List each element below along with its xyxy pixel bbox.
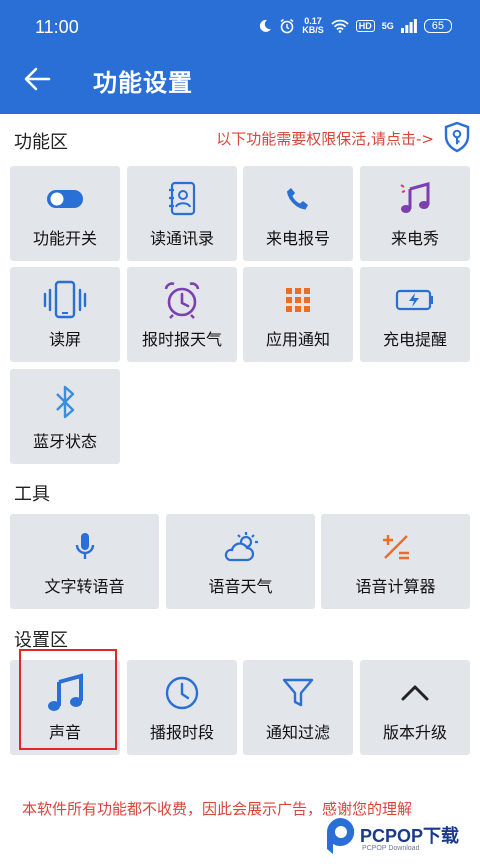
microphone-icon bbox=[75, 533, 94, 559]
tile-label: 蓝牙状态 bbox=[32, 432, 97, 451]
toggle-icon bbox=[47, 190, 83, 208]
tile-label: 功能开关 bbox=[32, 229, 97, 248]
moon-icon bbox=[260, 19, 272, 32]
tile-label: 应用通知 bbox=[265, 330, 330, 349]
page-title: 功能设置 bbox=[93, 69, 193, 97]
tile-label: 播报时段 bbox=[149, 723, 214, 742]
back-arrow-icon[interactable] bbox=[22, 64, 52, 94]
pcpop-logo-icon bbox=[326, 817, 355, 854]
tile-label: 读通讯录 bbox=[149, 229, 214, 248]
tile-label: 文字转语音 bbox=[44, 577, 125, 596]
tile-label: 版本升级 bbox=[382, 723, 447, 742]
filter-icon bbox=[282, 678, 314, 707]
calculator-icon bbox=[382, 535, 409, 560]
status-time: 11:00 bbox=[35, 17, 79, 37]
tile-notification-filter[interactable]: 通知过滤 bbox=[243, 660, 353, 755]
tile-voice-weather[interactable]: 语音天气 bbox=[166, 514, 315, 609]
tile-caller-announce[interactable]: 来电报号 bbox=[243, 166, 353, 261]
tile-app-notify[interactable]: 应用通知 bbox=[243, 267, 353, 362]
highlight-box bbox=[19, 649, 117, 750]
hd-badge: HD bbox=[355, 20, 375, 32]
tile-label: 语音天气 bbox=[208, 577, 273, 596]
tile-label: 来电报号 bbox=[265, 229, 330, 248]
tile-read-contacts[interactable]: 读通讯录 bbox=[127, 166, 237, 261]
music-note-icon bbox=[400, 182, 430, 213]
alarm-icon bbox=[280, 18, 294, 34]
battery-charge-icon bbox=[395, 289, 433, 311]
wifi-icon bbox=[331, 19, 349, 33]
weather-icon bbox=[224, 532, 258, 562]
tile-text-to-speech[interactable]: 文字转语音 bbox=[10, 514, 159, 609]
battery-indicator: 65 bbox=[423, 19, 452, 33]
tile-label: 通知过滤 bbox=[265, 723, 330, 742]
tile-broadcast-period[interactable]: 播报时段 bbox=[127, 660, 237, 755]
tile-version-upgrade[interactable]: 版本升级 bbox=[360, 660, 470, 755]
app-grid-icon bbox=[286, 288, 310, 312]
network-speed: 0.17 KB/S bbox=[302, 16, 324, 35]
tile-time-weather[interactable]: 报时报天气 bbox=[127, 267, 237, 362]
bluetooth-icon bbox=[56, 385, 75, 419]
signal-icon bbox=[400, 19, 417, 33]
tile-label: 报时报天气 bbox=[141, 330, 222, 349]
app-bar: 11:00 0.17 KB/S HD 5G 65 功能设置 bbox=[0, 0, 480, 114]
section-title-features: 功能区 bbox=[14, 132, 68, 153]
phone-icon bbox=[287, 188, 308, 210]
tile-bluetooth-status[interactable]: 蓝牙状态 bbox=[10, 369, 120, 464]
status-bar: 11:00 0.17 KB/S HD 5G 65 bbox=[0, 0, 480, 56]
tile-label: 语音计算器 bbox=[355, 577, 436, 596]
tile-charge-reminder[interactable]: 充电提醒 bbox=[360, 267, 470, 362]
shield-key-icon[interactable] bbox=[442, 121, 472, 153]
network-type: 5G bbox=[381, 21, 394, 31]
tile-voice-calculator[interactable]: 语音计算器 bbox=[321, 514, 470, 609]
watermark-sub: PCPOP Download bbox=[362, 845, 420, 852]
clock-icon bbox=[165, 676, 199, 710]
tile-feature-switch[interactable]: 功能开关 bbox=[10, 166, 120, 261]
tile-label: 充电提醒 bbox=[382, 330, 447, 349]
section-title-tools: 工具 bbox=[14, 484, 50, 505]
phone-vibrate-icon bbox=[43, 280, 87, 319]
watermark-logo: PCPOP下载 PCPOP Download bbox=[322, 814, 480, 862]
chevron-up-icon bbox=[401, 685, 429, 701]
permission-hint-link[interactable]: 以下功能需要权限保活,请点击-> bbox=[216, 128, 434, 149]
contacts-icon bbox=[169, 181, 196, 216]
alarm-clock-icon bbox=[164, 282, 200, 319]
tile-read-screen[interactable]: 读屏 bbox=[10, 267, 120, 362]
tile-caller-show[interactable]: 来电秀 bbox=[360, 166, 470, 261]
status-icons: 0.17 KB/S HD 5G 65 bbox=[258, 17, 452, 35]
tile-label: 读屏 bbox=[48, 330, 81, 349]
tile-label: 来电秀 bbox=[390, 229, 439, 248]
